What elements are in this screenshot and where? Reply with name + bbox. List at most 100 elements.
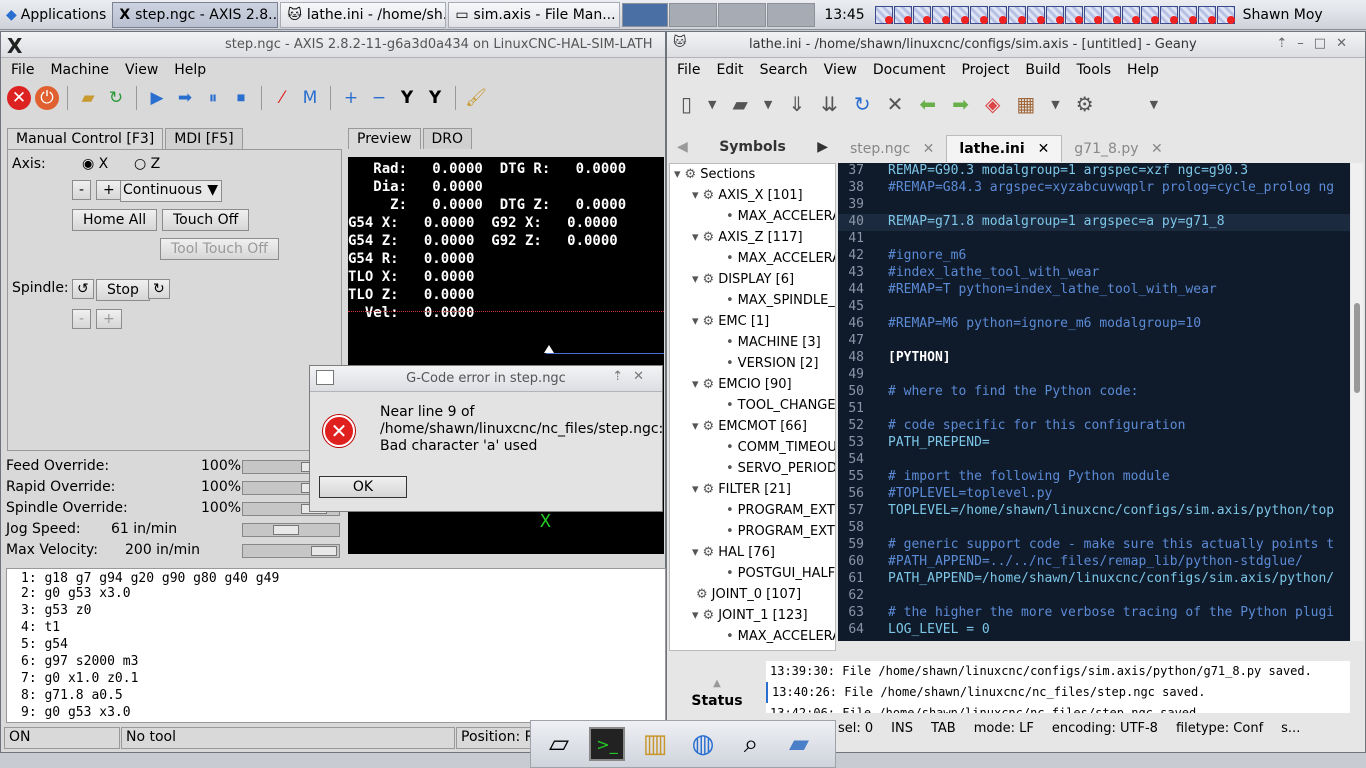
code-line[interactable]: 57 TOPLEVEL=/home/shawn/linuxcnc/configs/… — [838, 503, 1350, 520]
step-icon[interactable]: ➡ — [173, 86, 197, 110]
tab-lathe-ini[interactable]: lathe.ini ✕ — [946, 135, 1063, 162]
axis-z-radio[interactable]: ○ Z — [134, 156, 160, 172]
code-line[interactable]: 54 — [838, 452, 1350, 469]
code-line[interactable]: 46 #REMAP=M6 python=ignore_m6 modalgroup=… — [838, 316, 1350, 333]
tray-icon[interactable] — [1216, 5, 1235, 24]
symbol-item[interactable]: ▾ ⚙ HAL [76] — [670, 542, 835, 563]
save-icon[interactable]: ⇓ — [788, 92, 805, 116]
code-editor[interactable]: 37 REMAP=G90.3 modalgroup=1 argspec=xzf n… — [838, 163, 1350, 641]
close-tab-icon[interactable]: ✕ — [1151, 141, 1163, 157]
close-file-icon[interactable]: ✕ — [887, 92, 904, 116]
jog-mode-select[interactable]: Continuous ▼ — [120, 180, 222, 202]
symbol-item[interactable]: • PROGRAM_EXTE — [670, 500, 835, 521]
spindle-ccw-button[interactable]: ↺ — [72, 279, 94, 299]
jog-plus-button[interactable]: + — [96, 180, 122, 200]
axis-x-radio[interactable]: ◉ X — [82, 156, 108, 172]
chevron-down-icon[interactable]: ▼ — [1051, 98, 1059, 111]
gcode-line[interactable]: 3: g53 z0 — [7, 603, 665, 620]
tray-icon[interactable] — [912, 5, 931, 24]
user-name[interactable]: Shawn Moy — [1243, 7, 1323, 23]
open-folder-icon[interactable]: ▰ — [76, 86, 100, 110]
menu-document[interactable]: Document — [873, 62, 946, 78]
code-line[interactable]: 38 #REMAP=G84.3 argspec=xyzabcuvwqplr pro… — [838, 180, 1350, 197]
tray-icon[interactable] — [1197, 5, 1216, 24]
close-tab-icon[interactable]: ✕ — [1038, 141, 1050, 157]
new-file-icon[interactable]: ▯ — [681, 92, 692, 116]
tray-icon[interactable] — [1140, 5, 1159, 24]
symbol-item[interactable]: ⚙ JOINT_0 [107] — [670, 584, 835, 605]
geany-titlebar[interactable]: 🐱 lathe.ini - /home/shawn/linuxcnc/confi… — [667, 32, 1365, 58]
menu-search[interactable]: Search — [760, 62, 808, 78]
symbol-item[interactable]: ▾ ⚙ FILTER [21] — [670, 479, 835, 500]
show-desktop-icon[interactable]: ▱ — [541, 727, 577, 761]
gcode-line[interactable]: 5: g54 — [7, 637, 665, 654]
tray-icon[interactable] — [1159, 5, 1178, 24]
code-line[interactable]: 44 #REMAP=T python=index_lathe_tool_with_… — [838, 282, 1350, 299]
file-cabinet-icon[interactable]: ▥ — [637, 727, 673, 761]
expander-icon[interactable]: ▾ — [692, 188, 699, 203]
compile-icon[interactable]: ▦ — [1016, 92, 1035, 116]
menu-help[interactable]: Help — [174, 62, 206, 78]
expander-icon[interactable]: ▾ — [692, 482, 699, 497]
scrollbar-thumb[interactable] — [1354, 303, 1360, 393]
symbol-item[interactable]: • MAX_ACCELERA — [670, 626, 835, 647]
gcode-line[interactable]: 7: g0 x1.0 z0.1 — [7, 671, 665, 688]
code-line[interactable]: 49 — [838, 367, 1350, 384]
code-line[interactable]: 45 — [838, 299, 1350, 316]
tray-icon[interactable] — [1083, 5, 1102, 24]
menu-tools[interactable]: Tools — [1077, 62, 1112, 78]
minimize-icon[interactable]: – — [1297, 36, 1314, 51]
workspace-3[interactable] — [718, 2, 767, 27]
code-line[interactable]: 63 # the higher the more verbose tracing … — [838, 605, 1350, 622]
code-line[interactable]: 39 — [838, 197, 1350, 214]
slider-handle[interactable] — [311, 546, 337, 556]
tab-manual-control[interactable]: Manual Control [F3] — [7, 128, 164, 149]
symbol-item[interactable]: ▾ ⚙ DISPLAY [6] — [670, 269, 835, 290]
code-line[interactable]: 47 — [838, 333, 1350, 350]
optional-stop-icon[interactable]: M — [298, 86, 322, 110]
tab-step-ngc[interactable]: step.ngc ✕ — [838, 136, 946, 162]
symbol-item[interactable]: • MACHINE [3] — [670, 332, 835, 353]
symbol-item[interactable]: ▾ ⚙ EMCIO [90] — [670, 374, 835, 395]
symbol-item[interactable]: • POSTGUI_HALFI — [670, 563, 835, 584]
tab-g71-8-py[interactable]: g71_8.py ✕ — [1062, 136, 1174, 162]
symbol-item[interactable]: • MAX_ACCELERA — [670, 206, 835, 227]
gcode-line[interactable]: 6: g97 s2000 m3 — [7, 654, 665, 671]
symbol-item[interactable]: • PROGRAM_EXTE — [670, 521, 835, 542]
code-line[interactable]: 40 REMAP=g71.8 modalgroup=1 argspec=a py=… — [838, 214, 1350, 231]
tray-icon[interactable] — [988, 5, 1007, 24]
tray-icon[interactable] — [1026, 5, 1045, 24]
jog-speed-slider[interactable] — [242, 523, 340, 537]
close-icon[interactable]: ✕ — [633, 369, 654, 384]
dialog-titlebar[interactable]: G-Code error in step.ngc ⇡✕ — [310, 366, 662, 392]
code-line[interactable]: 42 #ignore_m6 — [838, 248, 1350, 265]
menu-view[interactable]: View — [125, 62, 158, 78]
menu-file[interactable]: File — [677, 62, 700, 78]
gcode-line[interactable]: 8: g71.8 a0.5 — [7, 688, 665, 705]
symbol-item[interactable]: • COMM_TIMEOUT — [670, 437, 835, 458]
tray-icon[interactable] — [874, 5, 893, 24]
power-icon[interactable]: ⏻ — [35, 86, 59, 110]
code-line[interactable]: 43 #index_lathe_tool_with_wear — [838, 265, 1350, 282]
workspace-1[interactable] — [622, 2, 669, 27]
menu-machine[interactable]: Machine — [50, 62, 109, 78]
spindle-faster-button[interactable]: + — [96, 309, 122, 329]
menu-file[interactable]: File — [11, 62, 34, 78]
code-line[interactable]: 60 #PATH_APPEND=../../nc_files/remap_lib/… — [838, 554, 1350, 571]
menu-view[interactable]: View — [824, 62, 857, 78]
symbol-item[interactable]: • SERVO_PERIOD — [670, 458, 835, 479]
expander-icon[interactable]: ▾ — [674, 167, 681, 182]
code-line[interactable]: 41 — [838, 231, 1350, 248]
code-line[interactable]: 62 — [838, 588, 1350, 605]
tab-dro[interactable]: DRO — [422, 128, 473, 149]
close-icon[interactable]: ✕ — [1336, 36, 1357, 51]
editor-scrollbar[interactable] — [1351, 163, 1363, 641]
expander-icon[interactable]: ▾ — [692, 419, 699, 434]
symbol-item[interactable]: ▾ ⚙ EMC [1] — [670, 311, 835, 332]
code-line[interactable]: 48 [PYTHON] — [838, 350, 1350, 367]
code-line[interactable]: 64 LOG_LEVEL = 0 — [838, 622, 1350, 639]
gcode-listing[interactable]: 1: g18 g7 g94 g20 g90 g80 g40 g49 2: g0 … — [6, 568, 666, 723]
chevron-up-icon[interactable]: ▲ — [713, 678, 721, 689]
forward-icon[interactable]: ➡ — [952, 92, 969, 116]
tray-icon[interactable] — [1102, 5, 1121, 24]
